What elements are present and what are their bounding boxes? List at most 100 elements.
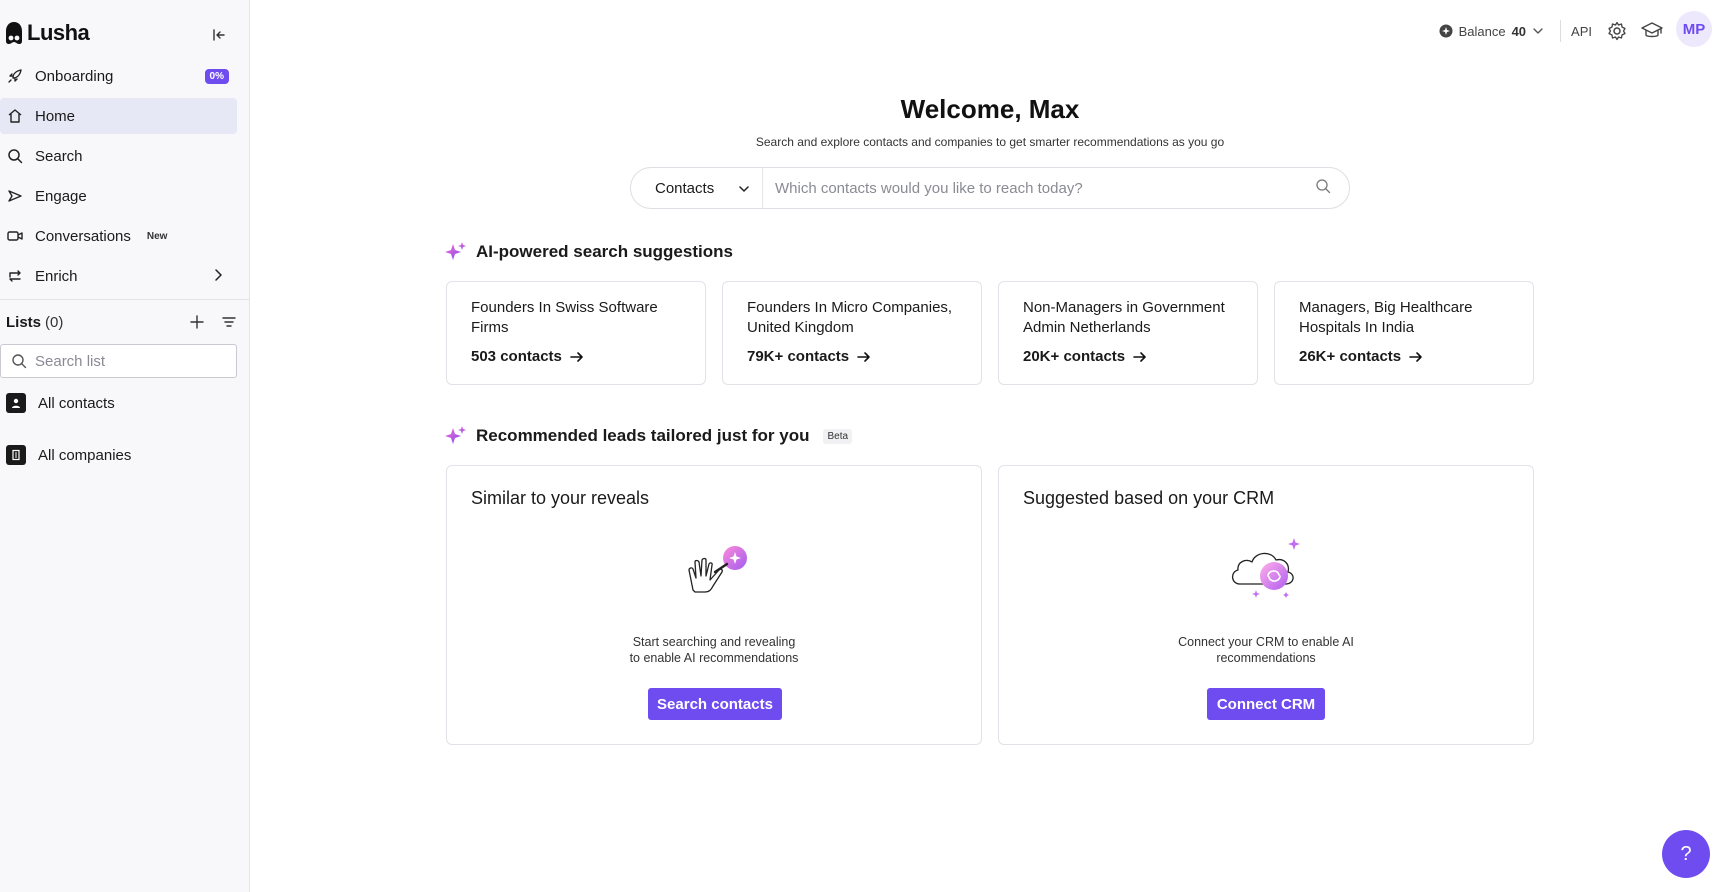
description-line: to enable AI recommendations: [629, 651, 799, 665]
description-line: Connect your CRM to enable AI: [1178, 635, 1354, 649]
suggestion-count-text: 26K+ contacts: [1299, 348, 1402, 365]
enrich-icon: [7, 268, 23, 284]
video-icon: [7, 228, 23, 244]
sidebar: Lusha Onboarding 0% Home Search Engage C…: [0, 0, 250, 892]
suggestion-card[interactable]: Non-Managers in Government Admin Netherl…: [998, 281, 1258, 385]
chevron-down-icon: [738, 182, 750, 199]
settings-button[interactable]: [1606, 20, 1628, 42]
suggestion-card[interactable]: Founders In Micro Companies, United King…: [722, 281, 982, 385]
hand-sparkle-illustration: [447, 542, 981, 598]
section-title: Recommended leads tailored just for you: [476, 426, 810, 445]
connect-crm-button[interactable]: Connect CRM: [1207, 688, 1325, 720]
recommendation-card-crm: Suggested based on your CRM Connect your…: [998, 465, 1534, 745]
beta-badge: Beta: [823, 428, 853, 444]
add-list-button[interactable]: [188, 313, 206, 331]
list-item-label: All companies: [38, 446, 132, 464]
sparkle-icon: [445, 426, 466, 444]
search-submit-button[interactable]: [1315, 178, 1331, 199]
suggestion-count: 79K+ contacts: [747, 348, 871, 365]
topbar: Balance 40 API MP: [1439, 11, 1712, 47]
credit-coin-icon: [1439, 24, 1453, 38]
chevron-right-icon: [211, 268, 225, 287]
help-button[interactable]: ?: [1662, 830, 1710, 878]
topbar-divider: [1560, 20, 1562, 42]
list-item-label: All contacts: [38, 394, 115, 412]
gear-icon: [1608, 21, 1626, 41]
home-icon: [7, 108, 23, 124]
rocket-icon: [7, 68, 23, 84]
arrow-right-icon: [857, 351, 870, 362]
suggestion-card[interactable]: Founders In Swiss Software Firms 503 con…: [446, 281, 706, 385]
collapse-icon: [213, 29, 225, 41]
arrow-right-icon: [570, 351, 583, 362]
sidebar-item-label: Engage: [35, 187, 87, 205]
suggestion-count: 26K+ contacts: [1299, 348, 1423, 365]
description-line: recommendations: [1216, 651, 1316, 665]
chevron-down-icon: [1533, 28, 1543, 34]
list-item-all-companies[interactable]: All companies: [6, 443, 131, 467]
page-subtitle: Search and explore contacts and companie…: [755, 135, 1225, 149]
sidebar-item-onboarding[interactable]: Onboarding 0%: [0, 58, 237, 94]
sidebar-item-label: Home: [35, 107, 76, 125]
search-icon: [12, 354, 27, 369]
suggestion-title: Founders In Swiss Software Firms: [471, 299, 658, 336]
engage-icon: [7, 188, 23, 204]
search-type-value: Contacts: [655, 179, 715, 197]
suggestion-card[interactable]: Managers, Big Healthcare Hospitals In In…: [1274, 281, 1534, 385]
academy-button[interactable]: [1641, 20, 1663, 42]
suggestion-count-text: 503 contacts: [471, 348, 562, 365]
section-title: AI-powered search suggestions: [476, 242, 733, 261]
suggestion-title: Managers, Big Healthcare Hospitals In In…: [1299, 299, 1473, 336]
sidebar-item-label: Onboarding: [35, 67, 114, 85]
recommendation-card-title: Suggested based on your CRM: [1023, 488, 1275, 508]
search-type-select[interactable]: Contacts: [631, 168, 763, 208]
recommended-leads-header: Recommended leads tailored just for you …: [444, 424, 853, 448]
filter-icon: [222, 317, 236, 327]
sidebar-item-home[interactable]: Home: [0, 98, 237, 134]
suggestion-title: Founders In Micro Companies, United King…: [747, 299, 953, 336]
api-link[interactable]: API: [1571, 24, 1592, 39]
search-contacts-button[interactable]: Search contacts: [648, 688, 782, 720]
plus-icon: [190, 315, 204, 329]
suggestion-count-text: 20K+ contacts: [1023, 348, 1126, 365]
lusha-logo[interactable]: Lusha: [4, 20, 90, 46]
balance-dropdown[interactable]: Balance 40: [1439, 24, 1544, 39]
recommendation-card-reveals: Similar to your reveals Start searching …: [446, 465, 982, 745]
recommendation-description: Start searching and revealing to enable …: [447, 634, 981, 666]
page-title: Welcome, Max: [900, 94, 1080, 124]
description-line: Start searching and revealing: [632, 635, 796, 649]
sidebar-item-search[interactable]: Search: [0, 138, 237, 174]
sidebar-item-conversations[interactable]: Conversations New: [0, 218, 237, 254]
search-icon: [7, 148, 23, 164]
avatar[interactable]: MP: [1676, 11, 1712, 47]
arrow-right-icon: [1133, 351, 1146, 362]
search-icon: [1316, 178, 1331, 193]
search-list-input[interactable]: [35, 352, 225, 370]
sidebar-item-label: Conversations: [35, 227, 131, 245]
sidebar-item-label: Search: [35, 147, 83, 165]
recommendation-description: Connect your CRM to enable AI recommenda…: [999, 634, 1533, 666]
filter-lists-button[interactable]: [220, 313, 238, 331]
new-badge: New: [146, 230, 168, 242]
recommendation-card-title: Similar to your reveals: [471, 488, 650, 508]
sidebar-item-label: Enrich: [35, 267, 78, 285]
suggestion-count-text: 79K+ contacts: [747, 348, 850, 365]
sparkle-icon: [445, 242, 466, 260]
building-icon: [6, 445, 26, 465]
lists-count: (0): [45, 313, 64, 331]
onboarding-progress-badge: 0%: [204, 69, 229, 84]
lists-header: Lists (0): [6, 311, 238, 333]
balance-label: Balance: [1458, 23, 1506, 39]
list-item-all-contacts[interactable]: All contacts: [6, 391, 115, 415]
suggestion-count: 20K+ contacts: [1023, 348, 1147, 365]
app-name: Lusha: [27, 20, 90, 45]
main-search-input[interactable]: [775, 179, 1315, 197]
search-list-field[interactable]: [0, 344, 237, 378]
person-icon: [6, 393, 26, 413]
balance-value: 40: [1511, 23, 1527, 39]
sidebar-item-engage[interactable]: Engage: [0, 178, 237, 214]
collapse-sidebar-button[interactable]: [208, 24, 230, 46]
suggestion-count: 503 contacts: [471, 348, 584, 365]
sidebar-item-enrich[interactable]: Enrich: [0, 258, 237, 294]
main-search-bar: Contacts: [630, 167, 1350, 209]
